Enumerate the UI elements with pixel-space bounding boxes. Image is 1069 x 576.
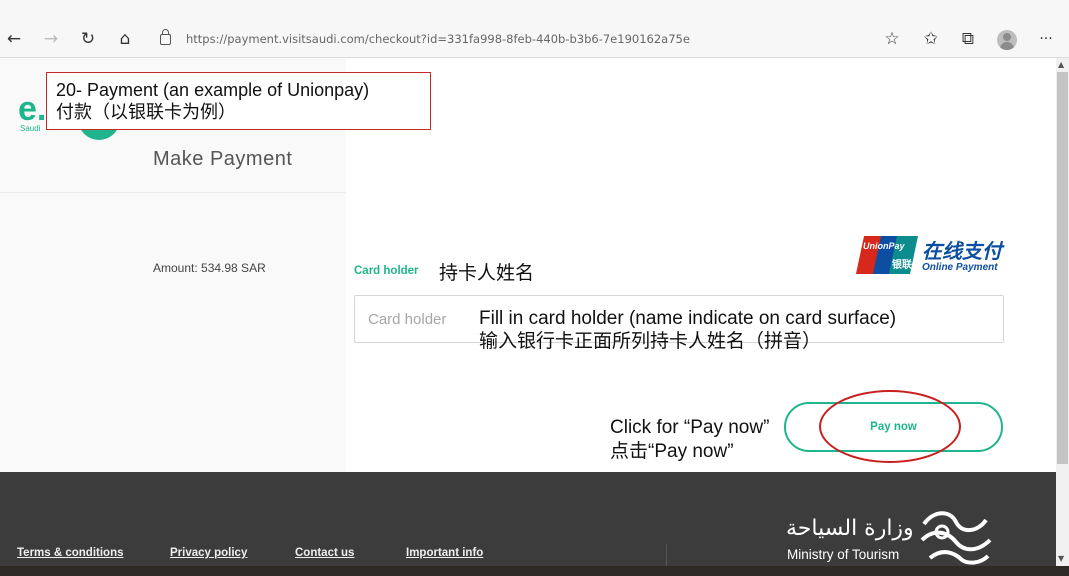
- logo-subtitle: Saudi: [20, 124, 41, 133]
- lock-icon[interactable]: [160, 29, 171, 45]
- browser-toolbar: ← → ↻ ⌂ https://payment.visitsaudi.com/c…: [0, 0, 1069, 58]
- refresh-icon[interactable]: ↻: [77, 28, 99, 50]
- footer-link-contact[interactable]: Contact us: [295, 547, 354, 559]
- footer-divider: [666, 544, 667, 566]
- footer-link-important-info[interactable]: Important info: [406, 547, 483, 559]
- click-annotation: Click for “Pay now” 点击“Pay now”: [610, 416, 769, 464]
- page-title: Make Payment: [153, 148, 293, 170]
- online-payment-en: Online Payment: [922, 262, 998, 273]
- card-holder-label: Card holder: [354, 265, 419, 277]
- card-holder-annotation-zh: 持卡人姓名: [439, 263, 535, 284]
- footer-link-terms[interactable]: Terms & conditions: [17, 547, 124, 559]
- collections-icon[interactable]: ⧉: [957, 28, 979, 50]
- more-menu-icon[interactable]: ···: [1035, 28, 1057, 50]
- footer: Terms & conditions Privacy policy Contac…: [0, 472, 1056, 576]
- pay-now-button[interactable]: Pay now: [784, 402, 1003, 452]
- unionpay-brand-text: UnionPay: [863, 241, 905, 251]
- checkout-page: e. Saudi Make Payment Amount: 534.98 SAR…: [0, 58, 1056, 472]
- click-annotation-en: Click for “Pay now”: [610, 417, 770, 438]
- profile-avatar[interactable]: [997, 30, 1017, 50]
- annotation-title-zh: 付款（以银联卡为例）: [56, 102, 236, 122]
- unionpay-brand-cn: 银联: [892, 260, 912, 271]
- site-logo[interactable]: e.: [18, 92, 46, 126]
- divider: [0, 192, 346, 193]
- scroll-thumb[interactable]: [1057, 72, 1068, 464]
- back-icon[interactable]: ←: [3, 28, 25, 50]
- url-text[interactable]: https://payment.visitsaudi.com/checkout?…: [186, 32, 690, 46]
- ministry-emblem-icon: [920, 511, 992, 565]
- annotation-title-en: 20- Payment (an example of Unionpay): [56, 80, 370, 100]
- add-favorite-icon[interactable]: ☆: [881, 28, 903, 50]
- online-payment-cn: 在线支付: [922, 241, 1002, 263]
- home-icon[interactable]: ⌂: [114, 28, 136, 50]
- amount-text: Amount: 534.98 SAR: [153, 261, 266, 275]
- unionpay-logo: UnionPay 银联: [855, 236, 919, 274]
- address-bar[interactable]: https://payment.visitsaudi.com/checkout?…: [150, 27, 870, 53]
- scroll-up-icon[interactable]: ▲: [1058, 60, 1064, 69]
- scrollbar[interactable]: ▲ ▼: [1056, 58, 1069, 566]
- forward-icon[interactable]: →: [40, 28, 62, 50]
- scroll-down-icon[interactable]: ▼: [1058, 554, 1064, 563]
- card-holder-input[interactable]: [354, 295, 1004, 343]
- ministry-name-ar: وزارة السياحة: [786, 516, 914, 541]
- click-annotation-zh: 点击“Pay now”: [610, 441, 734, 462]
- favorites-icon[interactable]: ✩: [920, 28, 942, 50]
- taskbar-strip: [0, 566, 1069, 576]
- ministry-name-en: Ministry of Tourism: [787, 547, 900, 562]
- annotation-callout: 20- Payment (an example of Unionpay) 付款（…: [46, 72, 431, 130]
- footer-link-privacy[interactable]: Privacy policy: [170, 547, 247, 559]
